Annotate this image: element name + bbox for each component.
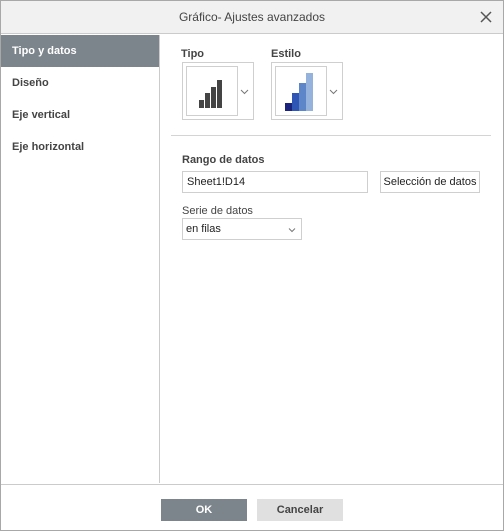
settings-sidebar: Tipo y datos Diseño Eje vertical Eje hor… <box>1 35 160 483</box>
close-icon[interactable] <box>479 10 493 24</box>
data-range-input[interactable]: Sheet1!D14 <box>182 171 368 193</box>
chart-type-picker[interactable] <box>182 62 254 120</box>
data-range-label: Rango de datos <box>182 154 265 166</box>
cancel-button[interactable]: Cancelar <box>257 499 343 521</box>
sidebar-item-label: Diseño <box>12 77 49 89</box>
sidebar-item-horizontal-axis[interactable]: Eje horizontal <box>1 131 159 163</box>
chart-style-picker[interactable] <box>271 62 343 120</box>
dialog-title: Gráfico- Ajustes avanzados <box>178 10 326 24</box>
settings-content: Tipo Estilo Rango de datos Sheet1!D14 Se… <box>161 35 503 483</box>
chart-type-preview <box>186 66 238 116</box>
dialog-titlebar: Gráfico- Ajustes avanzados <box>1 1 503 34</box>
chart-advanced-settings-dialog: Gráfico- Ajustes avanzados Tipo y datos … <box>0 0 504 531</box>
sidebar-item-layout[interactable]: Diseño <box>1 67 159 99</box>
type-label: Tipo <box>181 48 205 60</box>
bar-chart-icon <box>199 80 222 108</box>
sidebar-item-type-and-data[interactable]: Tipo y datos <box>1 35 159 67</box>
data-series-label: Serie de datos <box>182 205 253 217</box>
chevron-down-icon <box>240 89 249 95</box>
chevron-down-icon <box>329 89 338 95</box>
chevron-down-icon <box>288 228 296 233</box>
dialog-footer: OK Cancelar <box>1 484 503 530</box>
section-divider <box>171 135 491 136</box>
sidebar-item-label: Eje vertical <box>12 109 71 121</box>
ok-button[interactable]: OK <box>161 499 247 521</box>
chart-style-preview <box>275 66 327 116</box>
sidebar-item-label: Eje horizontal <box>12 141 85 153</box>
style-label: Estilo <box>271 48 301 60</box>
data-series-value: en filas <box>186 223 221 235</box>
data-series-select[interactable]: en filas <box>182 218 302 240</box>
select-data-button[interactable]: Selección de datos <box>380 171 480 193</box>
bar-chart-style-icon <box>285 73 313 111</box>
sidebar-item-vertical-axis[interactable]: Eje vertical <box>1 99 159 131</box>
sidebar-item-label: Tipo y datos <box>12 45 77 57</box>
